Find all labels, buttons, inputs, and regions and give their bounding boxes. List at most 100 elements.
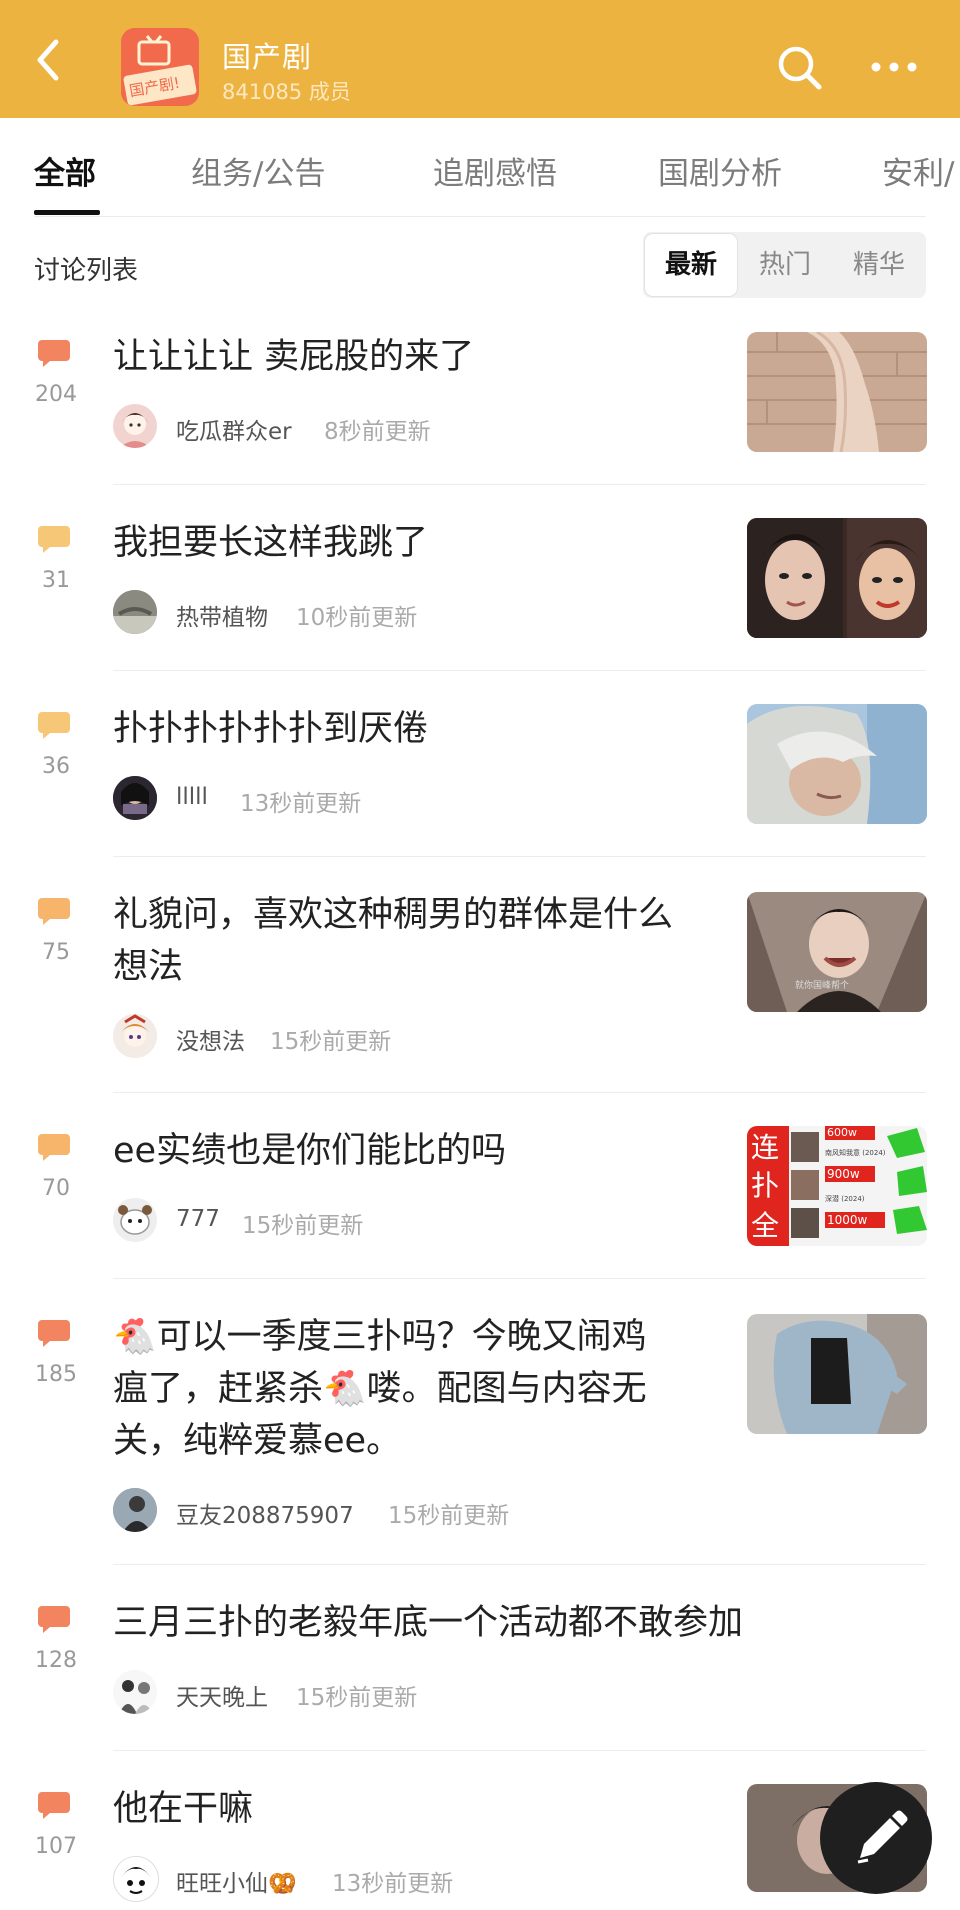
- update-time: 15秒前更新: [388, 1503, 510, 1529]
- divider: [34, 216, 926, 217]
- post-item[interactable]: 70 ee实绩也是你们能比的吗 777 15秒前更新 连 扑 全 600w 90…: [0, 1124, 960, 1280]
- post-item[interactable]: 75 礼貌问，喜欢这种稠男的群体是什么 想法 没想法 15秒前更新 就你国峰帮个: [0, 888, 960, 1094]
- pencil-icon: [857, 1810, 908, 1864]
- author-name[interactable]: 天天晚上: [176, 1678, 268, 1712]
- post-item[interactable]: 185 🐔可以一季度三扑吗？今晚又闹鸡 瘟了，赶紧杀🐔喽。配图与内容无 关，纯粹…: [0, 1310, 960, 1566]
- divider: [113, 670, 926, 671]
- divider: [113, 856, 926, 857]
- post-thumbnail[interactable]: [747, 704, 927, 824]
- compose-button[interactable]: [820, 1782, 932, 1894]
- comment-bubble-icon: [38, 526, 70, 553]
- comment-count: 36: [42, 754, 70, 779]
- post-thumbnail[interactable]: 就你国峰帮个: [747, 892, 927, 1012]
- update-time: 8秒前更新: [324, 419, 431, 445]
- thumbnail-text: 全: [751, 1209, 780, 1242]
- post-item[interactable]: 107 他在干嘛 旺旺小仙🥨 13秒前更新: [0, 1782, 960, 1910]
- post-title[interactable]: 我担要长这样我跳了: [113, 516, 428, 570]
- comment-count: 204: [35, 382, 77, 407]
- post-title[interactable]: 扑扑扑扑扑扑到厌倦: [113, 702, 428, 756]
- sort-latest[interactable]: 最新: [645, 234, 737, 296]
- post-title[interactable]: 他在干嘛: [113, 1782, 253, 1836]
- divider: [113, 484, 926, 485]
- group-logo[interactable]: 国产剧!: [121, 28, 199, 106]
- update-time: 13秒前更新: [240, 791, 362, 817]
- sort-hot[interactable]: 热门: [739, 232, 831, 298]
- post-title[interactable]: 让让让让 卖屁股的来了: [113, 330, 474, 384]
- post-item[interactable]: 31 我担要长这样我跳了 热带植物 10秒前更新: [0, 516, 960, 672]
- post-item[interactable]: 204 让让让让 卖屁股的来了 吃瓜群众er 8秒前更新: [0, 330, 960, 486]
- category-tabs: 全部 组务/公告 追剧感悟 国剧分析 安利/: [0, 118, 960, 218]
- tab-all[interactable]: 全部: [34, 148, 96, 193]
- post-title-line[interactable]: 关，纯粹爱慕ee。: [113, 1414, 401, 1468]
- thumbnail-caption: 就你国峰帮个: [795, 981, 850, 991]
- more-button[interactable]: [868, 52, 920, 82]
- author-name[interactable]: 热带植物: [176, 598, 268, 632]
- sort-switch: 最新 热门 精华: [643, 232, 926, 298]
- comment-bubble-icon: [38, 1134, 70, 1161]
- update-time: 13秒前更新: [332, 1871, 454, 1897]
- avatar[interactable]: [113, 1856, 159, 1902]
- avatar[interactable]: [113, 404, 157, 448]
- post-thumbnail[interactable]: 连 扑 全 600w 900w 1000w 南风知我意 (2024) 深潜 (2…: [747, 1126, 927, 1246]
- tab-drama-analysis[interactable]: 国剧分析: [658, 148, 782, 193]
- author-name[interactable]: 吃瓜群众er: [176, 412, 292, 446]
- thumbnail-text: 扑: [751, 1169, 780, 1202]
- divider: [113, 1750, 926, 1751]
- post-item[interactable]: 36 扑扑扑扑扑扑到厌倦 lllll 13秒前更新: [0, 702, 960, 858]
- comment-bubble-icon: [38, 1320, 70, 1347]
- thumbnail-text: 600w: [827, 1126, 857, 1139]
- thumbnail-text: 连: [751, 1131, 780, 1164]
- tab-drama-thoughts[interactable]: 追剧感悟: [433, 148, 557, 193]
- back-button[interactable]: [28, 36, 72, 84]
- search-button[interactable]: [776, 44, 824, 92]
- thumbnail-text: 1000w: [827, 1213, 868, 1227]
- update-time: 15秒前更新: [296, 1685, 418, 1711]
- comment-bubble-icon: [38, 1792, 70, 1819]
- avatar[interactable]: [113, 1670, 157, 1714]
- more-dots-icon: [871, 62, 917, 72]
- comment-bubble-icon: [38, 898, 70, 925]
- avatar[interactable]: [113, 776, 157, 820]
- thumbnail-text: 南风知我意 (2024): [825, 1149, 886, 1157]
- post-title-line[interactable]: 瘟了，赶紧杀🐔喽。配图与内容无: [113, 1362, 647, 1416]
- divider: [113, 1092, 926, 1093]
- comment-count: 185: [35, 1362, 77, 1387]
- author-name[interactable]: 豆友208875907: [176, 1496, 354, 1530]
- active-tab-indicator: [34, 210, 100, 215]
- post-title-line[interactable]: 🐔可以一季度三扑吗？今晚又闹鸡: [113, 1310, 647, 1364]
- post-thumbnail[interactable]: [747, 1314, 927, 1434]
- author-name[interactable]: 旺旺小仙🥨: [176, 1864, 297, 1898]
- tab-recommend[interactable]: 安利/: [882, 148, 954, 193]
- author-name[interactable]: lllll: [176, 784, 208, 810]
- sort-featured[interactable]: 精华: [833, 232, 925, 298]
- post-title-line[interactable]: 礼貌问，喜欢这种稠男的群体是什么: [113, 888, 673, 942]
- avatar[interactable]: [113, 1014, 157, 1058]
- post-title[interactable]: ee实绩也是你们能比的吗: [113, 1124, 506, 1178]
- update-time: 15秒前更新: [242, 1213, 364, 1239]
- list-title: 讨论列表: [34, 256, 139, 286]
- post-title-line[interactable]: 想法: [113, 940, 183, 994]
- top-bar: 国产剧! 国产剧 841085 成员: [0, 0, 960, 118]
- comment-bubble-icon: [38, 340, 70, 367]
- avatar[interactable]: [113, 590, 157, 634]
- divider: [113, 1278, 926, 1279]
- search-icon: [778, 46, 822, 90]
- member-count: 841085 成员: [222, 80, 351, 104]
- post-title[interactable]: 三月三扑的老毅年底一个活动都不敢参加: [113, 1596, 743, 1650]
- comment-count: 107: [35, 1834, 77, 1859]
- update-time: 15秒前更新: [270, 1029, 392, 1055]
- avatar[interactable]: [113, 1198, 157, 1242]
- comment-count: 31: [42, 568, 70, 593]
- thumbnail-text: 900w: [827, 1167, 860, 1181]
- avatar[interactable]: [113, 1488, 157, 1532]
- post-thumbnail[interactable]: [747, 332, 927, 452]
- author-name[interactable]: 777: [176, 1206, 220, 1232]
- group-name: 国产剧: [222, 40, 313, 74]
- post-thumbnail[interactable]: [747, 518, 927, 638]
- comment-count: 75: [42, 940, 70, 965]
- comment-bubble-icon: [38, 1606, 70, 1633]
- post-item[interactable]: 128 三月三扑的老毅年底一个活动都不敢参加 天天晚上 15秒前更新: [0, 1596, 960, 1752]
- comment-count: 128: [35, 1648, 77, 1673]
- author-name[interactable]: 没想法: [176, 1022, 245, 1056]
- tab-announcements[interactable]: 组务/公告: [191, 148, 325, 193]
